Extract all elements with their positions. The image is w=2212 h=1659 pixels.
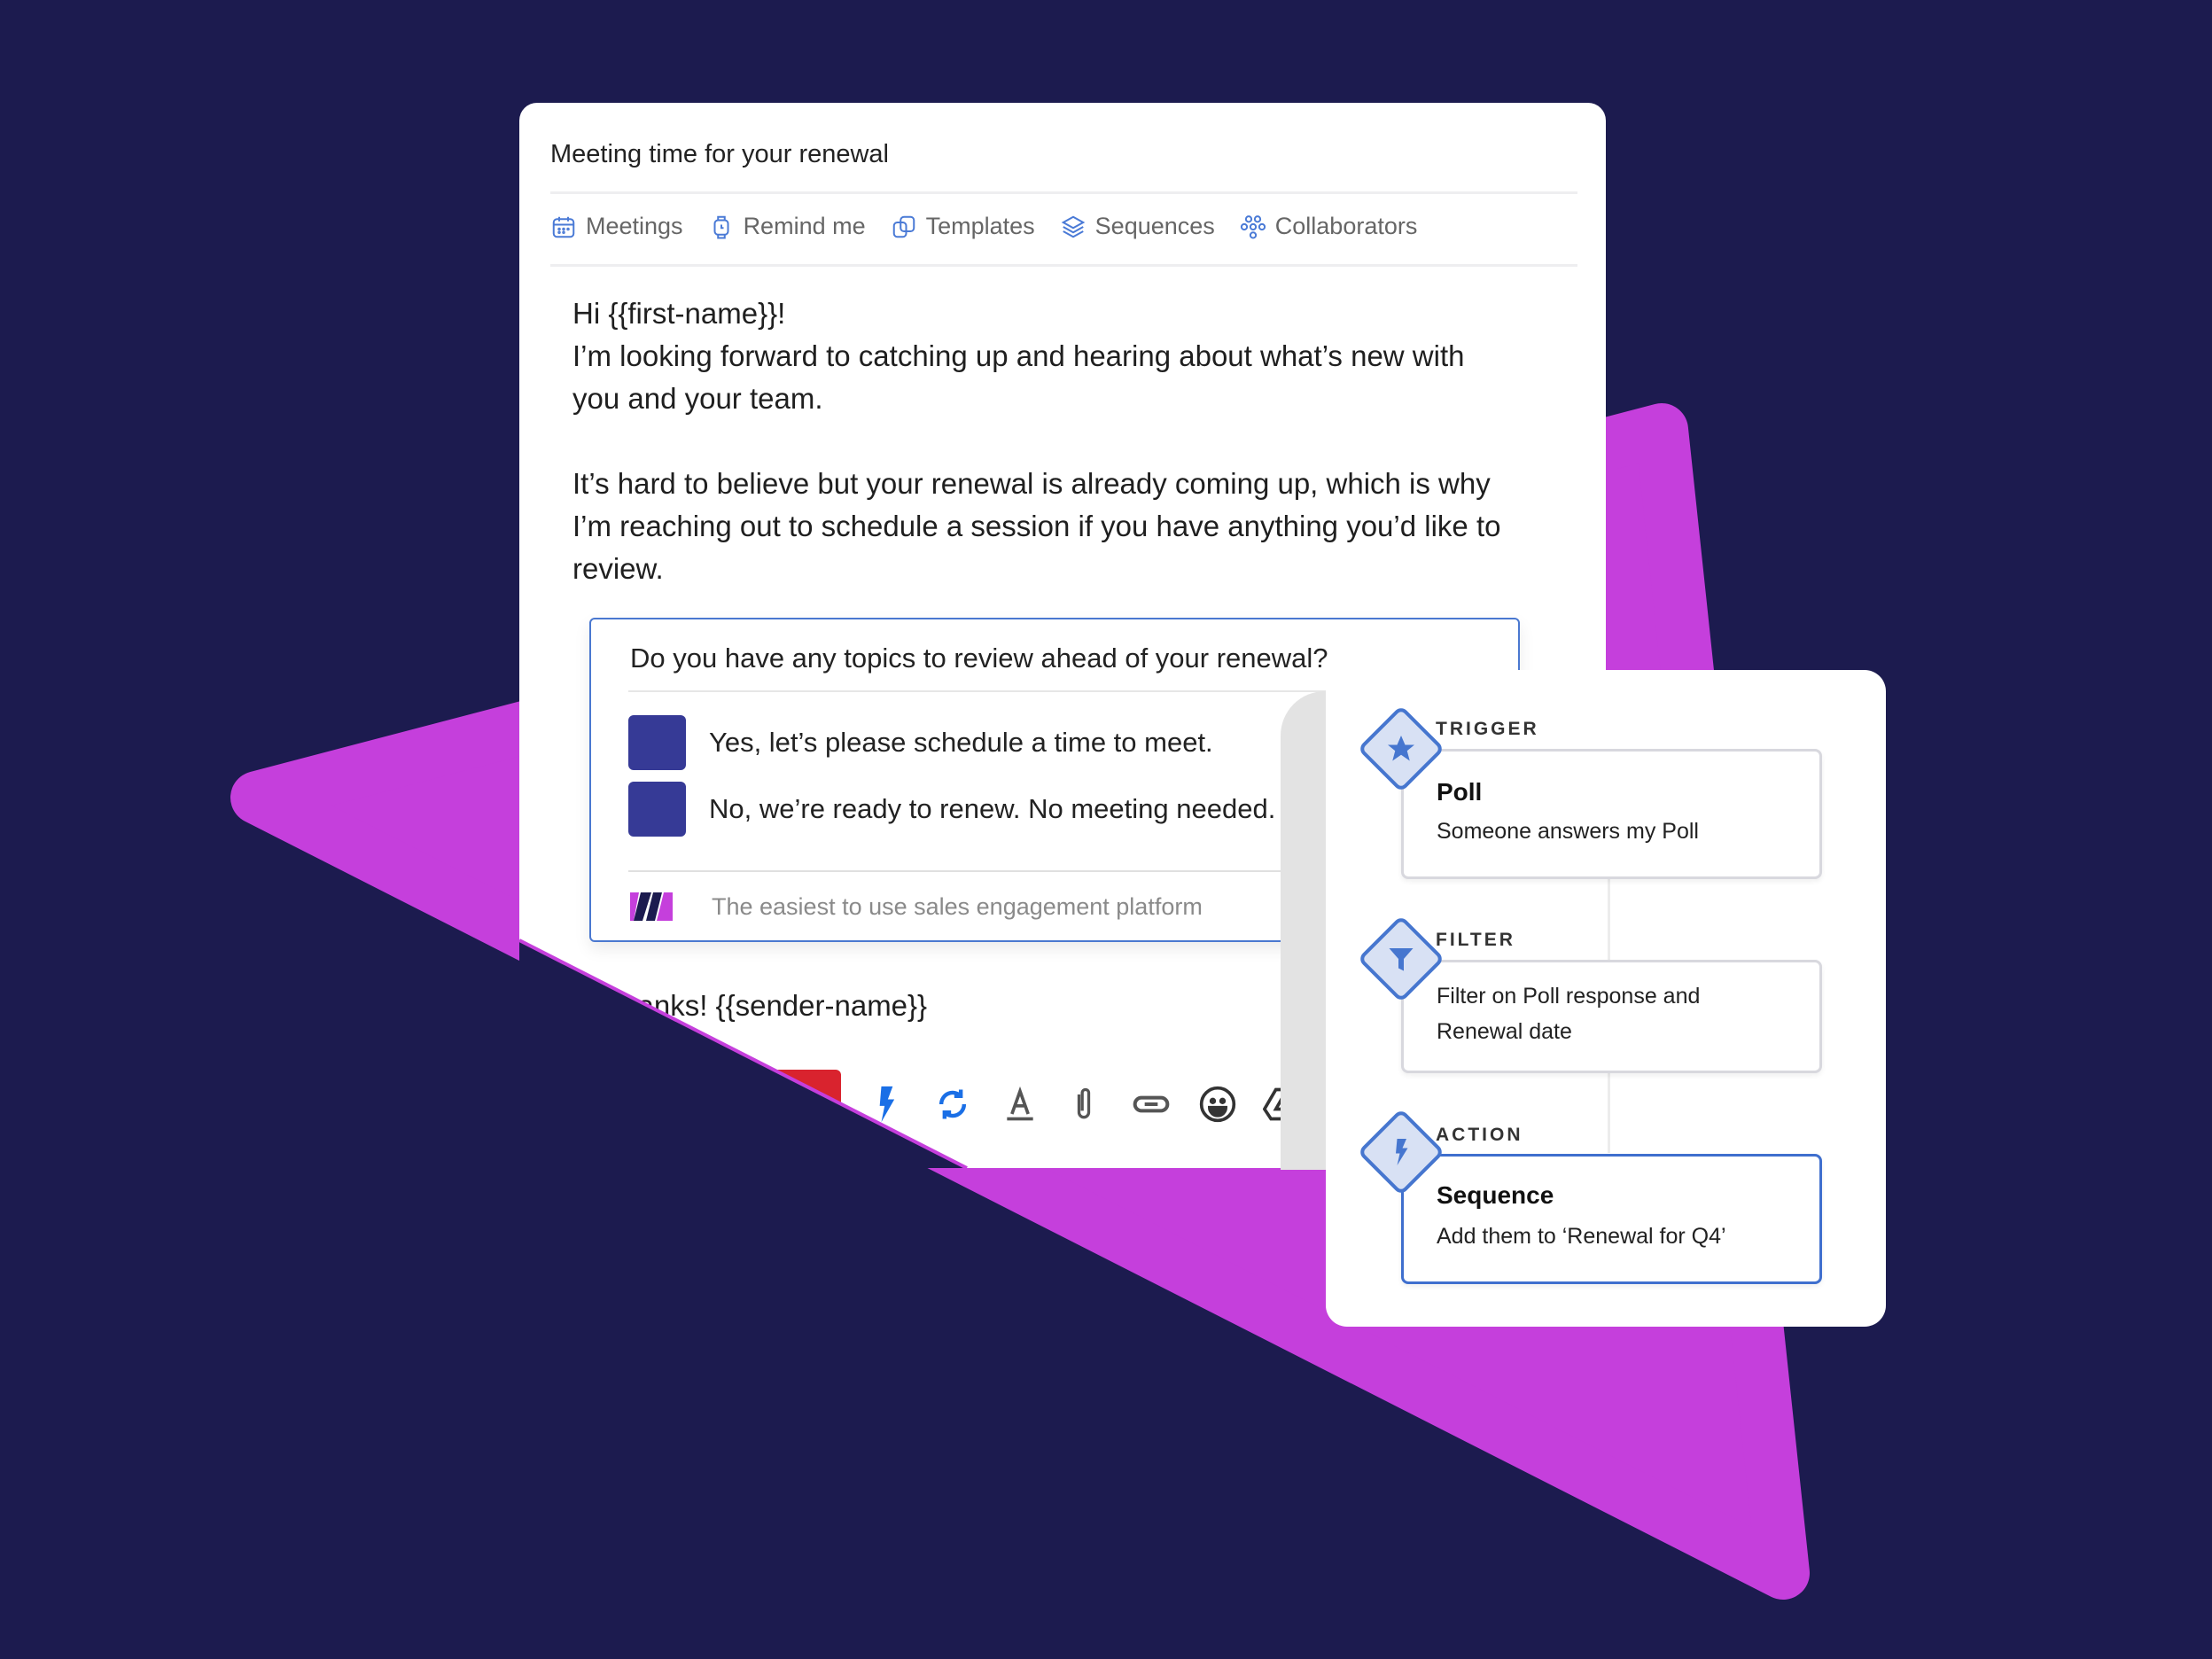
step-label: ACTION [1436, 1125, 1523, 1145]
workflow-step-filter[interactable]: Filter on Poll response and Renewal date [1401, 960, 1822, 1073]
step-title: Sequence [1437, 1181, 1554, 1209]
workflow-step-trigger[interactable]: Poll Someone answers my Poll [1401, 749, 1822, 879]
step-description: Add them to ‘Renewal for Q4’ [1437, 1224, 1726, 1249]
connector-line [1608, 1073, 1610, 1153]
step-description: Filter on Poll response and Renewal date [1437, 984, 1701, 1044]
filter-icon [1389, 948, 1414, 971]
step-label: FILTER [1436, 930, 1515, 950]
connector-line [1608, 879, 1610, 968]
step-title: Poll [1437, 778, 1483, 806]
step-label: TRIGGER [1436, 719, 1539, 739]
workflow-step-action[interactable]: Sequence Add them to ‘Renewal for Q4’ [1401, 1154, 1822, 1284]
step-description: Someone answers my Poll [1437, 819, 1699, 844]
lightning-icon [1396, 1139, 1408, 1165]
star-icon [1388, 736, 1414, 761]
workflow-panel: TRIGGER Poll Someone answers my Poll FIL… [1326, 670, 1886, 1327]
